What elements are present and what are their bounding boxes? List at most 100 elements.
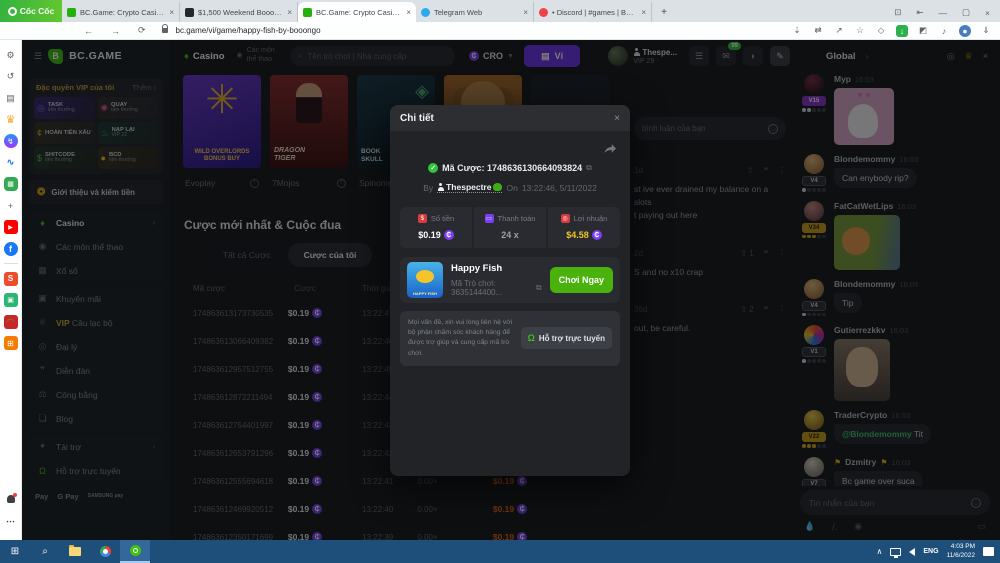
hidden-icons-chevron[interactable]: ∧ bbox=[877, 547, 883, 556]
clock[interactable]: 4:03 PM 11/6/2022 bbox=[947, 543, 975, 561]
copy-icon[interactable]: ⧉ bbox=[536, 283, 542, 293]
downloads-tray-icon[interactable]: ⇓ bbox=[980, 25, 992, 37]
gamepad-icon[interactable]: ▦ bbox=[4, 177, 18, 191]
panel-arrow-icon[interactable]: ⇤ bbox=[916, 7, 923, 18]
cart-icon[interactable]: ⊞ bbox=[4, 336, 18, 350]
history-icon[interactable]: ↺ bbox=[4, 70, 18, 84]
stat-label: Thanh toán bbox=[498, 214, 536, 223]
crown-icon[interactable]: ♛ bbox=[4, 113, 18, 127]
tab-close-icon[interactable]: × bbox=[169, 8, 174, 17]
adblock-shield-icon[interactable]: ◇ bbox=[875, 25, 887, 37]
bcgame-app: ☰ B BC.GAME Đặc quyền VIP của tôi Thêm ›… bbox=[22, 40, 1000, 540]
browser-tab[interactable]: BC.Game: Crypto Casino Gan × bbox=[62, 2, 180, 22]
bell-icon[interactable] bbox=[4, 492, 18, 506]
bet-stats: $ Số tiền $0.19₵▭Thanh toán 24 x◎Lợi nhuận $… bbox=[400, 207, 620, 248]
reload-icon[interactable]: ⟳ bbox=[138, 25, 146, 36]
stat-số-tiền: $ Số tiền $0.19₵ bbox=[400, 207, 472, 248]
coccoc-brand[interactable]: Cốc Cốc bbox=[0, 0, 62, 22]
bcgame-favicon bbox=[303, 8, 312, 17]
copy-icon[interactable]: ⧉ bbox=[586, 163, 592, 173]
stat-value: $0.19₵ bbox=[400, 230, 472, 240]
bcgame-favicon bbox=[67, 8, 76, 17]
tab-close-icon[interactable]: × bbox=[641, 8, 646, 17]
stat-lợi-nhuận: ◎Lợi nhuận $4.58₵ bbox=[548, 207, 620, 248]
hat-icon[interactable]: ◠ bbox=[4, 315, 18, 329]
tab-preview-icon[interactable]: ⊡ bbox=[894, 7, 901, 18]
toolbar-icons: ⇣ ⇄ ↗ ☆ ◇ ↓ ◩ ♪ ● ⇓ bbox=[791, 25, 1000, 37]
booongo-favicon bbox=[185, 8, 194, 17]
stat-label-row: ◎Lợi nhuận bbox=[548, 214, 620, 223]
discord-favicon bbox=[539, 8, 548, 17]
messenger-icon[interactable]: ↯ bbox=[4, 134, 18, 148]
back-icon[interactable]: ← bbox=[84, 26, 93, 36]
support-text: Mọi vấn đề, xin vui lòng liên hệ với bộ … bbox=[408, 318, 513, 359]
stat-label-row: ▭Thanh toán bbox=[474, 214, 546, 223]
minimize-icon[interactable]: — bbox=[939, 8, 948, 18]
browser-tab[interactable]: BC.Game: Crypto Casino Gan× bbox=[298, 2, 416, 22]
lock-icon[interactable] bbox=[162, 28, 168, 33]
search-icon[interactable]: ⌕ bbox=[30, 540, 60, 563]
chrome-icon[interactable] bbox=[90, 540, 120, 563]
translate-icon[interactable]: ⇄ bbox=[812, 25, 824, 37]
close-icon[interactable]: × bbox=[985, 8, 990, 18]
game-name: Happy Fish bbox=[451, 263, 542, 274]
game-card: Happy Fish Mã Trò chơi: 3635144400...⧉ C… bbox=[400, 257, 620, 303]
youtube-icon[interactable]: ▶ bbox=[4, 220, 18, 234]
play-now-button[interactable]: Chơi Ngay bbox=[550, 267, 613, 293]
bookmark-star-icon[interactable]: ☆ bbox=[854, 25, 866, 37]
tab-title: BC.Game: Crypto Casino Gan bbox=[80, 8, 165, 17]
browser-tab[interactable]: Telegram Web× bbox=[416, 2, 534, 22]
frog-badge-icon bbox=[493, 183, 502, 191]
facebook-icon[interactable]: f bbox=[4, 242, 18, 256]
coccoc-taskbar-icon[interactable] bbox=[120, 540, 150, 563]
url-text[interactable]: bc.game/vi/game/happy-fish-by-booongo bbox=[176, 26, 321, 35]
stat-icon: $ bbox=[418, 214, 427, 223]
browser-tab[interactable]: $1,500 Weekend Booongo M× bbox=[180, 2, 298, 22]
modal-close-icon[interactable]: × bbox=[614, 113, 620, 124]
settings-icon[interactable]: ⚙ bbox=[4, 48, 18, 62]
screen: Cốc Cốc BC.Game: Crypto Casino Gan×$1,50… bbox=[0, 0, 1000, 563]
save-page-icon[interactable]: ⇣ bbox=[791, 25, 803, 37]
coin-icon: ₵ bbox=[592, 230, 602, 240]
feed-icon[interactable]: ▤ bbox=[4, 91, 18, 105]
profile-icon[interactable]: ● bbox=[959, 25, 971, 37]
modal-title: Chi tiết bbox=[400, 113, 434, 124]
start-button[interactable]: ⊞ bbox=[0, 540, 30, 563]
tab-title: • Discord | #games | BC G bbox=[552, 8, 637, 17]
forward-icon[interactable]: → bbox=[111, 26, 120, 36]
stat-label: Lợi nhuận bbox=[574, 214, 608, 223]
game-thumbnail[interactable] bbox=[407, 262, 443, 298]
waves-icon[interactable]: ∿ bbox=[4, 156, 18, 170]
downloader-icon[interactable]: ↓ bbox=[896, 25, 908, 37]
share-icon[interactable] bbox=[390, 131, 630, 159]
volume-icon[interactable] bbox=[909, 548, 915, 556]
tab-close-icon[interactable]: × bbox=[523, 8, 528, 17]
add-icon[interactable]: + bbox=[4, 199, 18, 213]
extensions-icon[interactable]: ◩ bbox=[917, 25, 929, 37]
headphones-icon: Ω bbox=[528, 333, 535, 343]
stat-label-row: $ Số tiền bbox=[400, 214, 472, 223]
maximize-icon[interactable]: ▢ bbox=[962, 7, 970, 18]
share-icon[interactable]: ↗ bbox=[833, 25, 845, 37]
browser-tab[interactable]: • Discord | #games | BC G × bbox=[534, 2, 652, 22]
browser-edge-sidebar: ⚙ ↺ ▤ ♛ ↯ ∿ ▦ + ▶ f S ▣ ◠ ⊞ ⋯ bbox=[0, 40, 22, 540]
file-explorer-icon[interactable] bbox=[60, 540, 90, 563]
tab-close-icon[interactable]: × bbox=[406, 8, 411, 17]
shopee-icon[interactable]: S bbox=[4, 272, 18, 286]
stat-value: 24 x bbox=[474, 230, 546, 240]
gift-icon[interactable]: ▣ bbox=[4, 293, 18, 307]
network-icon[interactable] bbox=[890, 548, 901, 556]
new-tab-button[interactable]: + bbox=[656, 4, 672, 20]
player-link[interactable]: Thespectre bbox=[437, 182, 502, 193]
action-center-icon[interactable] bbox=[983, 547, 994, 556]
stat-value: $4.58₵ bbox=[548, 230, 620, 240]
tab-close-icon[interactable]: × bbox=[287, 8, 292, 17]
bet-meta-row: By Thespectre On 13:22:46, 5/11/2022 bbox=[390, 182, 630, 193]
language-indicator[interactable]: ENG bbox=[923, 548, 938, 555]
media-icon[interactable]: ♪ bbox=[938, 25, 950, 37]
bell-shape bbox=[7, 495, 15, 503]
more-icon[interactable]: ⋯ bbox=[4, 514, 18, 528]
support-box: Mọi vấn đề, xin vui lòng liên hệ với bộ … bbox=[400, 311, 620, 366]
stat-label: Số tiền bbox=[431, 214, 454, 223]
live-support-button[interactable]: Ω Hỗ trợ trực tuyến bbox=[521, 327, 612, 349]
